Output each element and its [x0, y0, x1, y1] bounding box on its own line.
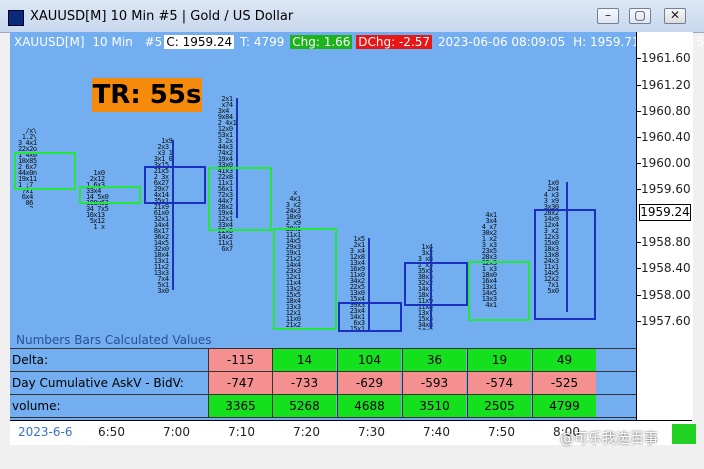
info-close: C: 1959.24 — [164, 35, 235, 49]
last-price-marker: 1959.24 — [639, 204, 691, 221]
numbers-row-label: Day Cumulative AskV - BidV: — [12, 376, 184, 390]
time-label: 7:40 — [423, 425, 450, 439]
price-tick-label: 1960.00 — [637, 156, 691, 170]
info-change: Chg: 1.66 — [290, 35, 353, 49]
time-label: 7:30 — [358, 425, 385, 439]
corner-indicator — [672, 424, 696, 444]
numbers-row-label: volume: — [12, 399, 61, 413]
price-tick-label: 1958.80 — [637, 235, 691, 249]
numbers-cell: 2505 — [467, 395, 531, 418]
info-datetime: 2023-06-06 08:09:05 — [437, 35, 566, 49]
time-label: 7:50 — [488, 425, 515, 439]
numbers-cell: 4688 — [337, 395, 401, 418]
close-button[interactable]: ✕ — [664, 8, 686, 24]
price-tick-label: 1957.60 — [637, 314, 691, 328]
price-tick-label: 1959.60 — [637, 182, 691, 196]
numbers-cell: 104 — [337, 349, 401, 372]
numbers-cell: 3510 — [402, 395, 466, 418]
numbers-bars-title: Numbers Bars Calculated Values — [16, 333, 212, 347]
numbers-cell: -629 — [337, 372, 401, 395]
price-tick-label: 1961.20 — [637, 78, 691, 92]
price-tick-label: 1958.00 — [637, 288, 691, 302]
close-icon: ✕ — [669, 8, 681, 22]
time-label: 7:10 — [228, 425, 255, 439]
numbers-cell: -525 — [532, 372, 596, 395]
maximize-button[interactable]: ▢ — [629, 8, 651, 24]
info-day-change: DChg: -2.57 — [356, 35, 433, 49]
numbers-cell: 4799 — [532, 395, 596, 418]
info-symbol: XAUUSD[M] — [14, 35, 85, 49]
numbers-cell: 36 — [402, 349, 466, 372]
time-label: 6:50 — [98, 425, 125, 439]
numbers-cell: 19 — [467, 349, 531, 372]
time-remaining-label: TR: 55s — [92, 78, 202, 112]
price-tick-label: 1958.40 — [637, 261, 691, 275]
info-ticks: T: 4799 — [240, 35, 285, 49]
numbers-cell: -574 — [467, 372, 531, 395]
time-label: 7:20 — [293, 425, 320, 439]
numbers-cell: -593 — [402, 372, 466, 395]
price-axis[interactable]: 1961.60 1961.20 1960.80 1960.40 1960.00 1959.… — [636, 32, 693, 420]
info-number: #5 — [144, 35, 163, 49]
maximize-icon: ▢ — [634, 8, 646, 22]
numbers-row: Day Cumulative AskV - BidV: -747 -733 -629-… — [10, 371, 636, 395]
watermark-text: @可乐我选百事 — [560, 431, 658, 447]
numbers-row-label: Delta: — [12, 353, 49, 367]
numbers-cell: 49 — [532, 349, 596, 372]
time-label: 7:00 — [163, 425, 190, 439]
price-tick-label: 1960.40 — [637, 130, 691, 144]
price-tick-label: 1960.80 — [637, 104, 691, 118]
numbers-row: Delta: -115 14 104 36 19 49 — [10, 348, 636, 372]
numbers-table-bottom-border — [10, 417, 636, 418]
minimize-button[interactable]: – — [597, 8, 619, 24]
date-label: 2023-6-6 — [18, 425, 73, 439]
info-interval: 10 Min — [92, 35, 133, 49]
minimize-icon: – — [605, 8, 611, 22]
numbers-cell: 14 — [272, 349, 336, 372]
app-icon — [8, 10, 24, 26]
numbers-cell: -747 — [208, 372, 272, 395]
numbers-cell: 3365 — [208, 395, 272, 418]
numbers-cell: -733 — [272, 372, 336, 395]
window-title: XAUUSD[M] 10 Min #5 | Gold / US Dollar — [30, 9, 294, 24]
numbers-cell: 5268 — [272, 395, 336, 418]
chart-info-line: XAUUSD[M] 10 Min #5 C: 1959.24 T: 4799 Ch… — [12, 34, 704, 50]
numbers-cell: -115 — [208, 349, 272, 372]
info-high: H: 1959.71 — [573, 35, 640, 49]
numbers-row: volume: 3365 5268 4688 3510 2505 4799 — [10, 394, 636, 418]
price-tick-label: 1961.60 — [637, 51, 691, 65]
